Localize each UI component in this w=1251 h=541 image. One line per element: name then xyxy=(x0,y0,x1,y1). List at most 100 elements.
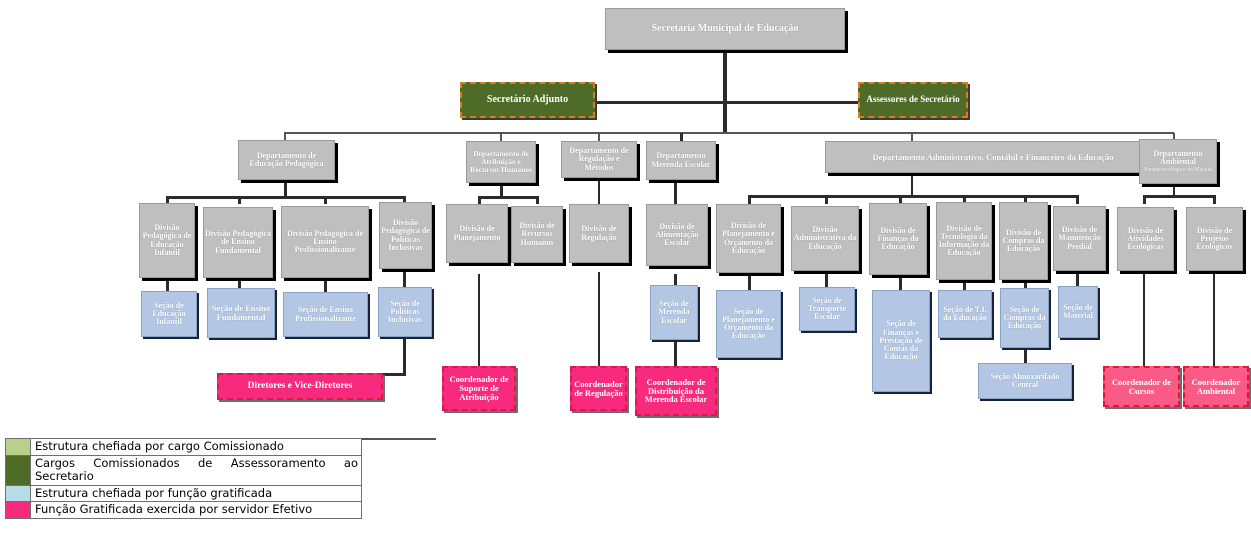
connector-dept5-down xyxy=(911,173,913,195)
node-divisao-pedagogica-ensino-fundamental[interactable]: Divisão Pedagógica de Ensino Fundamental xyxy=(203,207,273,278)
node-secao-transporte-escolar[interactable]: Seção de Transporte Escolar xyxy=(799,287,855,331)
node-label: Coordenador de Distribuição da Merenda E… xyxy=(644,376,708,405)
node-secao-financas-prestacao-contas[interactable]: Seção de Finanças e Prestação de Contas … xyxy=(872,290,930,392)
node-label: Divisão de Planejamento xyxy=(453,224,501,242)
node-divisao-pedagogica-politicas-inclusivas[interactable]: Divisão Pedagógica de Políticas Inclusiv… xyxy=(379,202,432,269)
node-label: Departamento Merenda Escolar xyxy=(651,151,711,169)
node-label: Diretores e Vice-Diretores xyxy=(247,380,353,391)
node-label: Divisão de Projetos Ecológicos xyxy=(1196,225,1233,252)
node-label: Coordenador Ambiental xyxy=(1191,376,1241,396)
node-departamento-regulacao-metodos[interactable]: Departamento de Regulação e Métodos xyxy=(561,141,637,178)
node-label: Divisão de Compras da Educação xyxy=(1002,227,1045,254)
node-departamento-educacao-pedagogica[interactable]: Departamento de Educação Pedagógica xyxy=(238,140,335,180)
node-diretores-vice-diretores[interactable]: Diretores e Vice-Diretores xyxy=(217,373,383,400)
node-label: Seção de Educação Infantil xyxy=(152,300,186,327)
connector-div15-coordinator xyxy=(1143,271,1145,366)
node-divisao-projetos-ecologicos[interactable]: Divisão de Projetos Ecológicos xyxy=(1186,207,1243,271)
node-label: Seção de Transporte Escolar xyxy=(807,295,847,322)
legend-row: Cargos Comissionados de Assessoramento a… xyxy=(6,455,361,486)
node-label: Divisão de Planejamento e Orçamento da E… xyxy=(722,221,775,255)
connector-div3-stem xyxy=(324,196,327,204)
connector-advisors-bar xyxy=(595,101,725,104)
node-label: Divisão de Alimentação Escolar xyxy=(655,221,699,248)
connector-div14-stem xyxy=(1076,195,1079,204)
connector-div9-stem xyxy=(748,195,751,204)
node-divisao-financas-educacao[interactable]: Divisão de Finanças da Educação xyxy=(869,203,927,275)
legend-swatch-assessoramento xyxy=(6,455,31,485)
connector-div10-stem xyxy=(825,195,828,204)
node-coordenador-suporte-atribuicao[interactable]: Coordenador de Suporte de Atribuição xyxy=(442,366,516,411)
node-divisao-administrativa-educacao[interactable]: Divisão Administrativa da Educação xyxy=(791,206,859,271)
connector-div7-coordinator xyxy=(598,272,600,366)
node-label: Seção de Compras da Educação xyxy=(1003,304,1046,331)
node-coordenador-cursos[interactable]: Coordenador de Cursos xyxy=(1103,366,1180,407)
node-label: Departamento Administrativo, Contábil e … xyxy=(872,151,1114,162)
connector-div11-section xyxy=(899,274,902,290)
connector-advisors-bar-right xyxy=(725,101,859,104)
legend-label: Função Gratificada exercida por servidor… xyxy=(35,502,313,517)
connector-section4-coordinator xyxy=(403,337,406,373)
legend-label: Estrutura chefiada por função gratificad… xyxy=(35,485,273,500)
node-label: Coordenador de Cursos xyxy=(1111,376,1172,396)
node-secao-ti-educacao[interactable]: Seção de T.I. da Educação xyxy=(938,290,992,338)
node-divisao-recursos-humanos[interactable]: Divisão de Recursos Humanos xyxy=(511,206,563,263)
connector-div5-coordinator xyxy=(478,274,480,366)
node-coordenador-regulacao[interactable]: Coordenador de Regulação xyxy=(570,366,627,411)
connector-div4-section xyxy=(403,269,406,289)
node-label: Departamento de Educação Pedagógica xyxy=(249,150,324,168)
connector-div5-stem xyxy=(478,196,481,204)
node-secao-material[interactable]: Seção de Material xyxy=(1058,286,1098,338)
connector-dept6-bus xyxy=(1143,195,1215,198)
node-assessores-secretario[interactable]: Assessores de Secretário xyxy=(858,82,968,118)
node-divisao-planejamento-orcamento-educacao[interactable]: Divisão de Planejamento e Orçamento da E… xyxy=(716,204,781,273)
node-secao-planejamento-orcamento-educacao[interactable]: Seção de Planejamento e Orçamento da Edu… xyxy=(716,290,781,358)
node-divisao-regulacao[interactable]: Divisão de Regulação xyxy=(569,204,629,263)
connector-div2-stem xyxy=(238,196,241,204)
legend-swatch-comissionado xyxy=(6,439,31,455)
node-departamento-ambiental[interactable]: Departamento Ambiental Parque ecológico … xyxy=(1139,139,1217,184)
node-departamento-atribuicao-rh[interactable]: Departamento de Atribuição e Recursos Hu… xyxy=(466,141,536,183)
connector-root-stem xyxy=(723,50,727,133)
node-label: Coordenador de Regulação xyxy=(574,378,623,398)
node-divisao-atividades-ecologicas[interactable]: Divisão de Atividades Ecológicas xyxy=(1117,207,1174,271)
node-secao-almoxarifado-central[interactable]: Seção Almoxarifado Central xyxy=(978,363,1072,399)
legend-swatch-funcao-gratificada xyxy=(6,485,31,502)
connector-dept3-down xyxy=(598,178,600,204)
node-divisao-planejamento[interactable]: Divisão de Planejamento xyxy=(446,204,508,263)
node-secao-educacao-infantil[interactable]: Seção de Educação Infantil xyxy=(141,291,197,337)
node-secao-merenda-escolar[interactable]: Seção de Merenda Escolar xyxy=(650,285,698,340)
node-divisao-compras-educacao[interactable]: Divisão de Compras da Educação xyxy=(999,202,1048,280)
node-label: Divisão de Atividades Ecológicas xyxy=(1127,225,1164,252)
node-secao-ensino-fundamental[interactable]: Seção de Ensino Fundamental xyxy=(207,288,275,338)
node-label: Divisão Pedagógica de Educação Infantil xyxy=(142,223,192,257)
node-coordenador-distribuicao-merenda[interactable]: Coordenador de Distribuição da Merenda E… xyxy=(635,366,717,416)
connector-div3-section xyxy=(324,278,327,292)
node-divisao-pedagogica-educacao-infantil[interactable]: Divisão Pedagógica de Educação Infantil xyxy=(139,203,195,278)
node-secao-politicas-inclusivas[interactable]: Seção de Políticas Inclusivas xyxy=(378,287,432,337)
node-label: Seção de Merenda Escolar xyxy=(658,299,690,325)
node-label: Coordenador de Suporte de Atribuição xyxy=(449,374,509,402)
node-label: Divisão de Recursos Humanos xyxy=(519,221,555,247)
connector-section5-coordinator xyxy=(674,340,677,366)
node-divisao-pedagogica-ensino-profissionalizante[interactable]: Divisão Pedagógica de Ensino Profissiona… xyxy=(281,206,369,278)
node-secao-compras-educacao[interactable]: Seção de Compras da Educação xyxy=(1000,288,1049,348)
connector-department-bus xyxy=(284,132,1174,134)
legend-row: Estrutura chefiada por cargo Comissionad… xyxy=(6,439,361,456)
node-label: Divisão de Manutenção Predial xyxy=(1058,225,1101,251)
node-divisao-manutencao-predial[interactable]: Divisão de Manutenção Predial xyxy=(1053,206,1106,271)
connector-dept4-down xyxy=(674,180,677,204)
node-secretario-adjunto[interactable]: Secretário Adjunto xyxy=(460,82,595,118)
connector-div10-section xyxy=(825,271,828,287)
connector-dept2-bus xyxy=(478,196,538,199)
node-departamento-merenda-escolar[interactable]: Departamento Merenda Escolar xyxy=(646,141,716,180)
node-departamento-administrativo[interactable]: Departamento Administrativo, Contábil e … xyxy=(825,141,1161,173)
node-divisao-alimentacao-escolar[interactable]: Divisão de Alimentação Escolar xyxy=(646,204,708,266)
node-divisao-tecnologia-informacao-educacao[interactable]: Divisão de Tecnologia da Informação da E… xyxy=(936,202,992,280)
connector-div1-section xyxy=(166,278,169,292)
node-coordenador-ambiental[interactable]: Coordenador Ambiental xyxy=(1183,366,1249,407)
node-secretaria-municipal[interactable]: Secretaria Municipal de Educação xyxy=(605,8,845,50)
node-label: Secretaria Municipal de Educação xyxy=(651,22,799,34)
node-label: Divisão de Regulação xyxy=(581,224,617,242)
node-label: Seção de Material xyxy=(1063,302,1093,320)
node-secao-ensino-profissionalizante[interactable]: Seção de Ensino Profissionalizante xyxy=(283,292,368,337)
